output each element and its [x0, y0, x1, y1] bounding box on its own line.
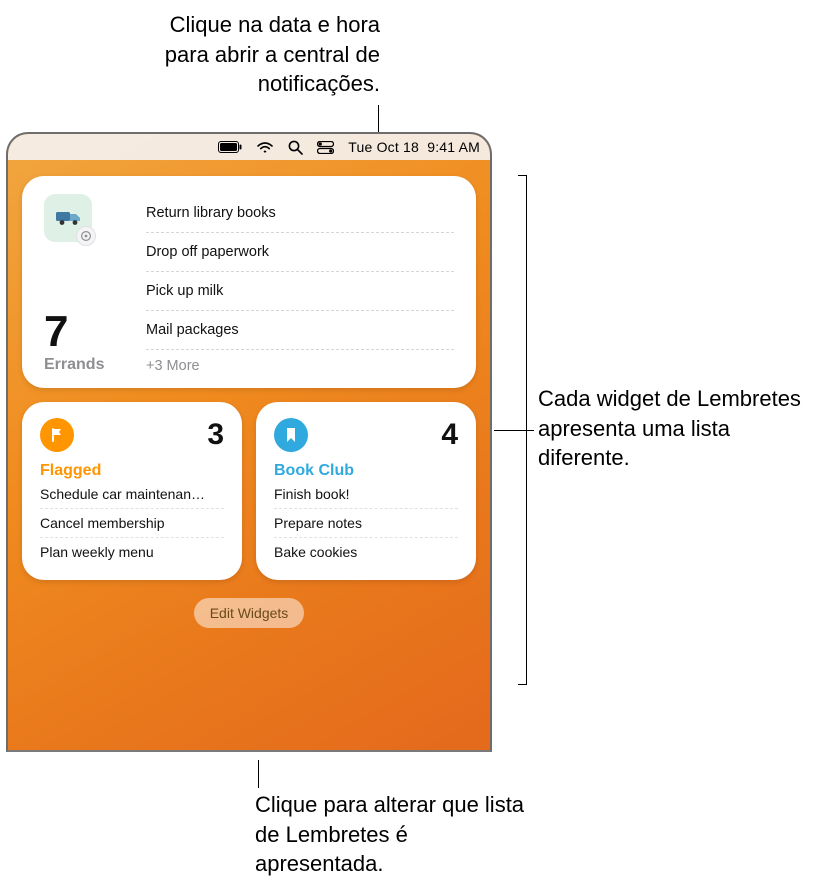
widget-header: 3 — [40, 418, 224, 452]
reminder-item[interactable]: Pick up milk — [146, 272, 454, 311]
flag-icon — [40, 418, 74, 452]
reminder-item[interactable]: Prepare notes — [274, 509, 458, 538]
reminder-item[interactable]: Mail packages — [146, 311, 454, 350]
errands-count: 7 — [44, 310, 122, 354]
widget-left-column: 7 Errands — [44, 194, 122, 374]
flagged-list-name: Flagged — [40, 462, 224, 480]
reminders-widget-flagged[interactable]: 3 Flagged Schedule car maintenan… Cancel… — [22, 402, 242, 580]
menubar-time: 9:41 AM — [427, 139, 480, 155]
menubar-date: Tue Oct 18 — [348, 139, 419, 155]
search-icon[interactable] — [288, 140, 303, 155]
errands-list-name: Errands — [44, 356, 122, 374]
reminders-widget-errands[interactable]: 7 Errands Return library books Drop off … — [22, 176, 476, 388]
widget-header: 4 — [274, 418, 458, 452]
callout-edit-widgets: Clique para alterar que lista de Lembret… — [255, 790, 535, 879]
reminder-item[interactable]: Plan weekly menu — [40, 538, 224, 566]
leader-line — [494, 430, 534, 431]
more-link[interactable]: +3 More — [146, 350, 454, 374]
callout-widgets: Cada widget de Lembretes apresenta uma l… — [538, 384, 818, 473]
widget-row: 3 Flagged Schedule car maintenan… Cancel… — [22, 402, 476, 580]
reminder-item[interactable]: Cancel membership — [40, 509, 224, 538]
notification-center: 7 Errands Return library books Drop off … — [8, 160, 490, 640]
leader-line — [518, 175, 526, 176]
reminder-item[interactable]: Bake cookies — [274, 538, 458, 566]
errands-items: Return library books Drop off paperwork … — [146, 194, 454, 374]
menubar-clock[interactable]: Tue Oct 18 9:41 AM — [348, 139, 480, 155]
edit-widgets-button[interactable]: Edit Widgets — [194, 598, 305, 628]
leader-line — [518, 684, 526, 685]
callout-datetime: Clique na data e hora para abrir a centr… — [120, 10, 380, 99]
reminders-widget-bookclub[interactable]: 4 Book Club Finish book! Prepare notes B… — [256, 402, 476, 580]
mac-desktop: Tue Oct 18 9:41 AM 7 — [6, 132, 492, 752]
errands-list-icon — [44, 194, 92, 242]
battery-icon[interactable] — [218, 141, 242, 153]
menubar: Tue Oct 18 9:41 AM — [8, 134, 490, 160]
wifi-icon[interactable] — [256, 141, 274, 154]
gear-icon — [76, 226, 96, 246]
bookclub-list-name: Book Club — [274, 462, 458, 480]
flagged-count: 3 — [207, 418, 224, 452]
control-center-icon[interactable] — [317, 141, 334, 154]
bookmark-icon — [274, 418, 308, 452]
leader-line — [258, 760, 259, 788]
reminder-item[interactable]: Return library books — [146, 194, 454, 233]
bookclub-count: 4 — [441, 418, 458, 452]
reminder-item[interactable]: Drop off paperwork — [146, 233, 454, 272]
reminder-item[interactable]: Schedule car maintenan… — [40, 480, 224, 509]
reminder-item[interactable]: Finish book! — [274, 480, 458, 509]
